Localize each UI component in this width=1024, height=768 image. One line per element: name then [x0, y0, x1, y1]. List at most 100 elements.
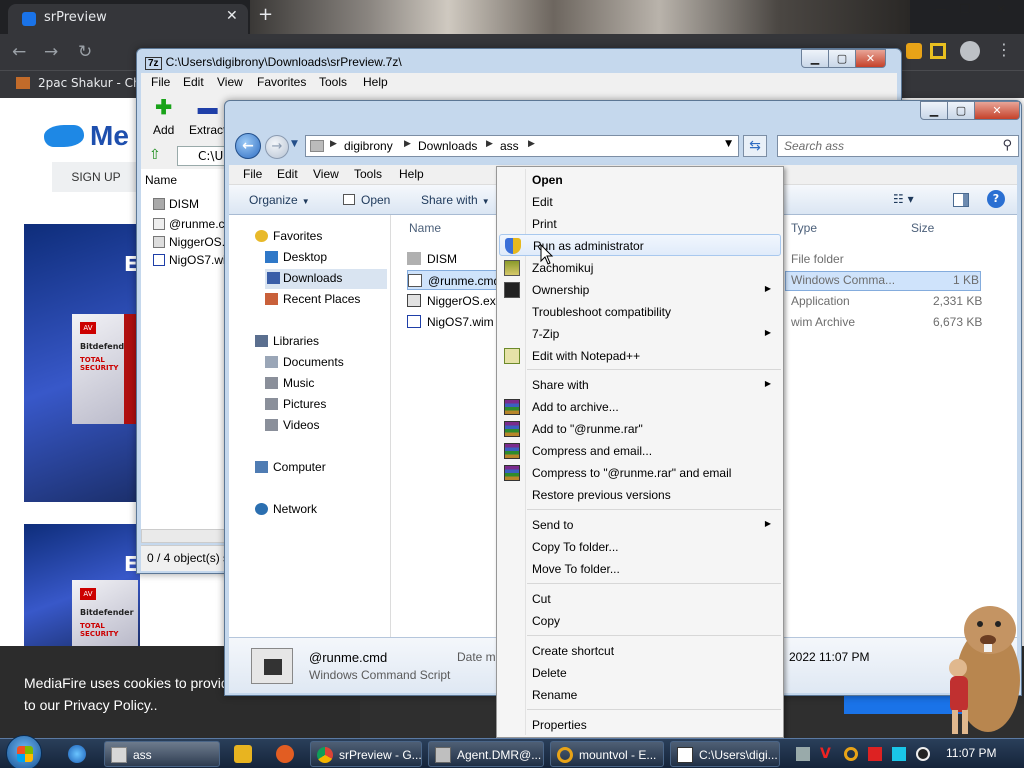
explorer-maximize-button[interactable]: ▢	[948, 101, 975, 120]
menu-create-shortcut[interactable]: Create shortcut	[499, 640, 781, 662]
sevenzip-add-button[interactable]: ✚ Add	[153, 97, 174, 137]
sevenzip-row[interactable]: @runme.c	[153, 217, 225, 231]
chrome-minimize-icon[interactable]: —	[930, 2, 952, 16]
sevenzip-menu-favorites[interactable]: Favorites	[257, 75, 306, 89]
forward-arrow-icon[interactable]: →	[44, 42, 58, 62]
menu-send-to[interactable]: Send to ▶	[499, 514, 781, 536]
menu-properties[interactable]: Properties	[499, 714, 781, 736]
column-size[interactable]: Size	[911, 221, 934, 235]
menu-7zip[interactable]: 7-Zip ▶	[499, 323, 781, 345]
explorer-menu-tools[interactable]: Tools	[354, 167, 382, 181]
taskbar-mountvol[interactable]: mountvol - E...	[550, 741, 664, 767]
sevenzip-horizontal-scrollbar[interactable]	[141, 529, 229, 543]
help-icon[interactable]: ?	[987, 190, 1005, 208]
search-icon[interactable]: ⚲	[1002, 138, 1012, 153]
nav-pictures[interactable]: Pictures	[265, 397, 326, 411]
sevenzip-menu-view[interactable]: View	[217, 75, 243, 89]
address-bar[interactable]: ▶ digibrony ▶ Downloads ▶ ass ▶ ▼	[305, 135, 739, 157]
taskbar-7zip[interactable]: C:\Users\digi...	[670, 741, 780, 767]
tray-v-icon[interactable]: V	[820, 747, 834, 761]
reload-icon[interactable]: ↻	[78, 42, 92, 62]
chrome-tab-srpreview[interactable]: srPreview ✕	[8, 4, 248, 34]
nav-documents[interactable]: Documents	[265, 355, 344, 369]
nav-recent-places[interactable]: Recent Places	[265, 292, 360, 306]
menu-print[interactable]: Print	[499, 213, 781, 235]
share-with-button[interactable]: Share with ▼	[421, 193, 490, 207]
explorer-minimize-button[interactable]: ▁	[920, 101, 948, 120]
menu-share-with[interactable]: Share with ▶	[499, 374, 781, 396]
back-button[interactable]: ←	[235, 133, 261, 159]
change-view-icon[interactable]: ☷ ▾	[893, 192, 923, 208]
sevenzip-column-name[interactable]: Name	[145, 173, 177, 187]
menu-cut[interactable]: Cut	[499, 588, 781, 610]
menu-edit[interactable]: Edit	[499, 191, 781, 213]
mediafire-logo[interactable]: Me	[44, 120, 129, 152]
breadcrumb-separator-icon[interactable]: ▶	[528, 139, 535, 149]
cookie-text-line-2[interactable]: to our Privacy Policy..	[24, 694, 236, 716]
folder-up-icon[interactable]: ⇧	[149, 147, 167, 165]
chrome-maximize-icon[interactable]: ❐	[954, 2, 976, 16]
extension-puzzle-icon[interactable]	[906, 43, 922, 59]
chrome-close-icon[interactable]: ✕	[990, 2, 1012, 16]
sevenzip-close-button[interactable]: ✕	[856, 49, 886, 68]
breadcrumb-downloads[interactable]: Downloads	[418, 139, 477, 153]
breadcrumb-digibrony[interactable]: digibrony	[344, 139, 393, 153]
internet-explorer-icon[interactable]	[68, 745, 86, 763]
nav-downloads[interactable]: Downloads	[265, 269, 387, 289]
menu-open[interactable]: Open	[499, 169, 781, 191]
explorer-menu-file[interactable]: File	[243, 167, 262, 181]
address-dropdown-icon[interactable]: ▼	[725, 139, 732, 149]
taskbar-clock[interactable]: 11:07 PM	[946, 746, 996, 760]
start-button[interactable]	[6, 735, 42, 768]
menu-troubleshoot-compatibility[interactable]: Troubleshoot compatibility	[499, 301, 781, 323]
nav-computer[interactable]: Computer	[255, 460, 326, 474]
tray-flag-icon[interactable]	[868, 747, 882, 761]
extension-square-icon[interactable]	[930, 43, 946, 59]
taskbar-explorer-ass[interactable]: ass	[104, 741, 220, 767]
refresh-button[interactable]: ⇆	[743, 135, 767, 157]
explorer-menu-view[interactable]: View	[313, 167, 339, 181]
tray-app-icon[interactable]	[796, 747, 810, 761]
chrome-menu-icon[interactable]: ⋮	[996, 40, 1012, 59]
sevenzip-maximize-button[interactable]: ▢	[829, 49, 856, 68]
signup-button[interactable]: SIGN UP	[52, 162, 140, 192]
nav-libraries[interactable]: Libraries	[255, 334, 319, 348]
menu-move-to-folder[interactable]: Move To folder...	[499, 558, 781, 580]
search-box[interactable]: Search ass ⚲	[777, 135, 1019, 157]
file-row[interactable]: @runme.cmd	[407, 270, 500, 290]
menu-restore-previous-versions[interactable]: Restore previous versions	[499, 484, 781, 506]
menu-copy[interactable]: Copy	[499, 610, 781, 632]
breadcrumb-ass[interactable]: ass	[500, 139, 519, 153]
nav-favorites[interactable]: Favorites	[255, 229, 322, 243]
menu-copy-to-folder[interactable]: Copy To folder...	[499, 536, 781, 558]
sevenzip-menu-help[interactable]: Help	[363, 75, 388, 89]
sevenzip-row[interactable]: DISM	[153, 197, 199, 211]
sevenzip-minimize-button[interactable]: ▁	[801, 49, 829, 68]
menu-delete[interactable]: Delete	[499, 662, 781, 684]
nav-videos[interactable]: Videos	[265, 418, 319, 432]
file-row[interactable]: NigOS7.wim	[407, 312, 497, 332]
sevenzip-extract-button[interactable]: ▬ Extract	[189, 97, 226, 137]
menu-add-to-archive[interactable]: Add to archive...	[499, 396, 781, 418]
file-row[interactable]: NiggerOS.exe	[407, 291, 502, 311]
media-player-icon[interactable]	[234, 745, 252, 763]
menu-ownership[interactable]: Ownership ▶	[499, 279, 781, 301]
organize-button[interactable]: Organize ▼	[249, 193, 310, 207]
sevenzip-row[interactable]: NigOS7.wi	[153, 253, 226, 267]
preview-pane-icon[interactable]	[953, 193, 969, 207]
tray-search-icon[interactable]	[844, 747, 858, 761]
taskbar-chrome[interactable]: srPreview - G...	[310, 741, 422, 767]
sevenzip-row[interactable]: NiggerOS.e	[153, 235, 232, 249]
menu-edit-notepadpp[interactable]: Edit with Notepad++	[499, 345, 781, 367]
tray-monitor-icon[interactable]	[892, 747, 906, 761]
file-row[interactable]: DISM	[407, 249, 497, 269]
nav-music[interactable]: Music	[265, 376, 314, 390]
bitdefender-ad-top[interactable]: E AV Bitdefender TOTAL SECURITY	[24, 224, 140, 502]
column-type[interactable]: Type	[791, 221, 817, 235]
breadcrumb-separator-icon[interactable]: ▶	[486, 139, 493, 149]
explorer-menu-edit[interactable]: Edit	[277, 167, 298, 181]
bitdefender-ad-bottom[interactable]: E AV Bitdefender TOTAL SECURITY	[24, 524, 140, 646]
menu-add-to-rar[interactable]: Add to "@runme.rar"	[499, 418, 781, 440]
sevenzip-menu-tools[interactable]: Tools	[319, 75, 347, 89]
nav-desktop[interactable]: Desktop	[265, 250, 327, 264]
